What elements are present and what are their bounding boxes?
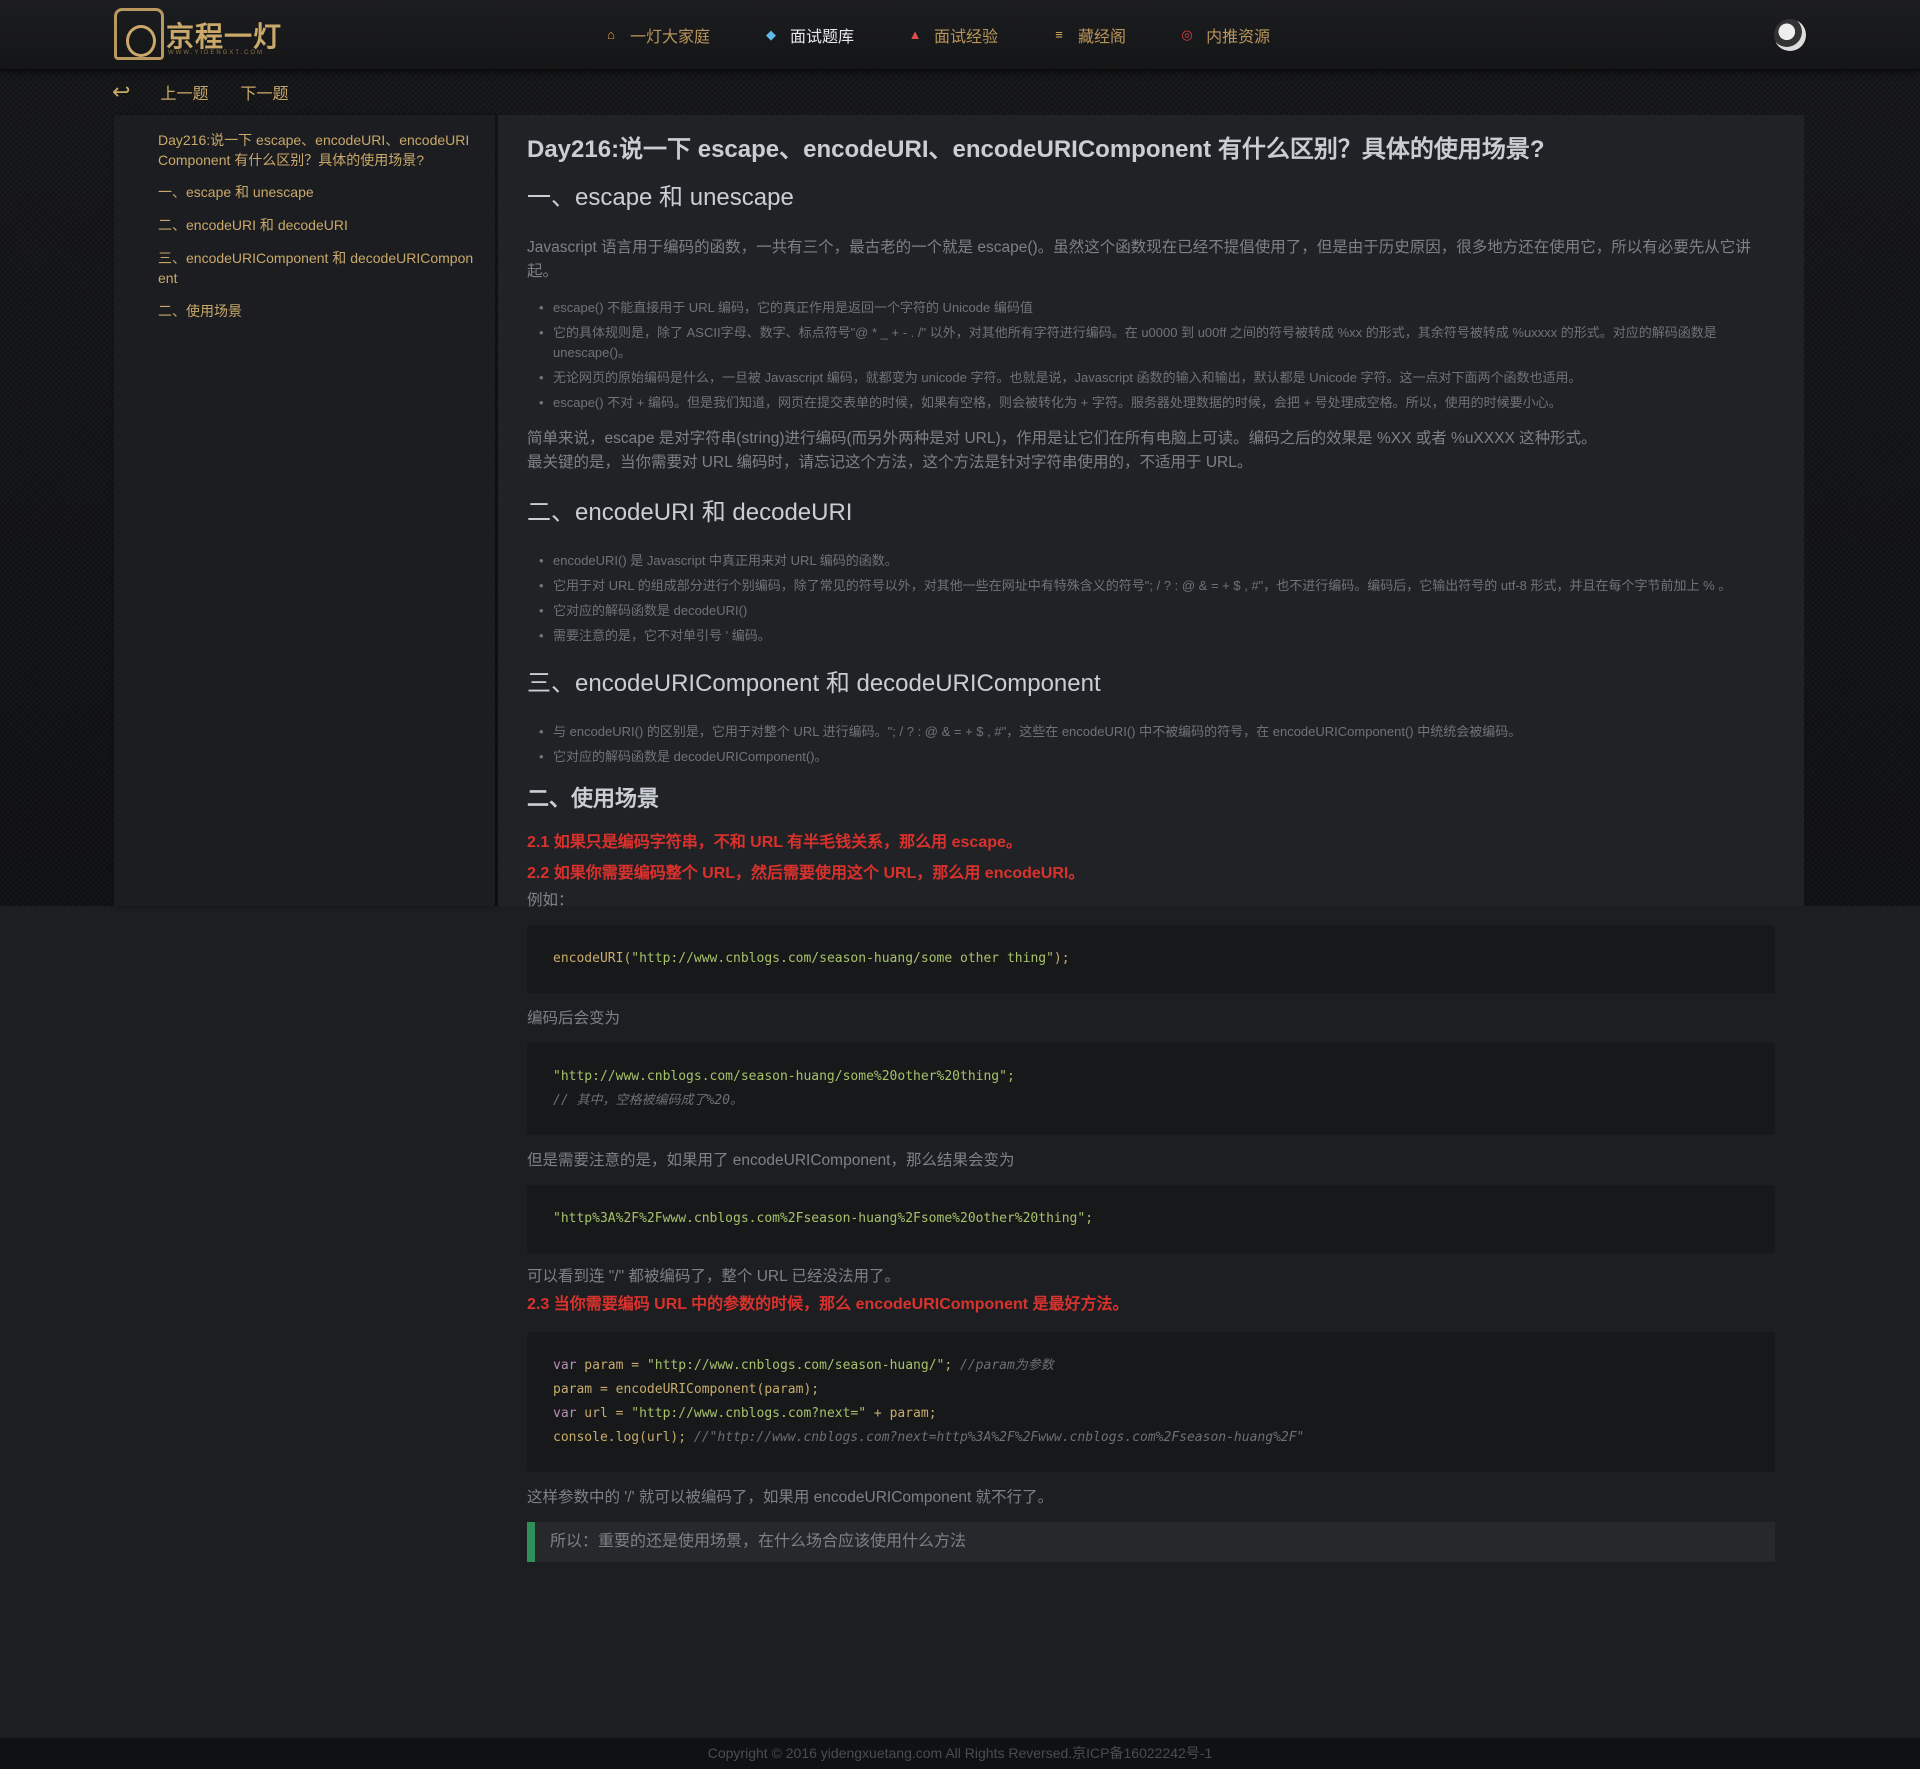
- toc-item-encodeuricomponent[interactable]: 三、encodeURIComponent 和 decodeURIComponen…: [158, 248, 479, 288]
- list-item: 需要注意的是，它不对单引号 ' 编码。: [539, 626, 1775, 646]
- code-string: "http://www.cnblogs.com?next=": [631, 1406, 867, 1421]
- code-block-encoded-result: "http://www.cnblogs.com/season-huang/som…: [527, 1043, 1775, 1135]
- main-nav: ⌂ 一灯大家庭 ◆ 面试题库 ▲ 面试经验 ≡ 藏经阁 ◎ 内推资源: [604, 0, 1324, 70]
- next-question-link[interactable]: 下一题: [240, 80, 288, 104]
- code-comment: //param为参数: [960, 1358, 1054, 1373]
- table-of-contents: Day216:说一下 escape、encodeURI、encodeURICom…: [114, 115, 495, 906]
- code-text: console.log(url);: [553, 1430, 694, 1445]
- chart-icon: ▲: [908, 27, 922, 42]
- usage-rule-3: 2.3 当你需要编码 URL 中的参数的时候，那么 encodeURICompo…: [527, 1296, 1129, 1313]
- user-avatar[interactable]: [1774, 19, 1806, 51]
- nav-item-label: 藏经阁: [1078, 29, 1127, 46]
- article-body: Day216:说一下 escape、encodeURI、encodeURICom…: [527, 130, 1775, 1562]
- section-heading-escape: 一、escape 和 unescape: [527, 184, 794, 211]
- code-string: "http://www.cnblogs.com/season-huang/": [646, 1358, 945, 1373]
- code-keyword: var: [553, 1406, 577, 1421]
- toc-item-title[interactable]: Day216:说一下 escape、encodeURI、encodeURICom…: [158, 130, 479, 170]
- question-nav-bar: ↩ 上一题 下一题: [112, 79, 320, 105]
- section-heading-encodeuricomponent: 三、encodeURIComponent 和 decodeURIComponen…: [527, 670, 1101, 697]
- toc-item-escape[interactable]: 一、escape 和 unescape: [158, 182, 479, 202]
- back-arrow-icon[interactable]: ↩: [112, 79, 130, 105]
- article-title: Day216:说一下 escape、encodeURI、encodeURICom…: [527, 136, 1545, 163]
- top-header: 京程一灯 WWW.YIDENGXT.COM ⌂ 一灯大家庭 ◆ 面试题库 ▲ 面试经验 ≡ 藏…: [0, 0, 1920, 70]
- logo-subtext: WWW.YIDENGXT.COM: [168, 50, 264, 56]
- nav-item-0[interactable]: ⌂ 一灯大家庭: [604, 0, 710, 70]
- escape-summary: 简单来说，escape 是对字符串(string)进行编码(而另外两种是对 UR…: [527, 430, 1597, 447]
- code-text: url =: [576, 1406, 632, 1421]
- section-heading-encodeuri: 二、encodeURI 和 decodeURI: [527, 499, 853, 526]
- toc-item-usage[interactable]: 二、使用场景: [158, 301, 479, 321]
- code-block-param-example: var param = "http://www.cnblogs.com/seas…: [527, 1332, 1775, 1472]
- component-note: 但是需要注意的是，如果用了 encodeURIComponent，那么结果会变为: [527, 1152, 1015, 1169]
- summary-quote: 所以：重要的还是使用场景，在什么场合应该使用什么方法: [527, 1522, 1775, 1562]
- list-item: 它的具体规则是，除了 ASCII字母、数字、标点符号"@ * _ + - . /…: [539, 323, 1775, 363]
- usage-rule-1: 2.1 如果只是编码字符串，不和 URL 有半毛钱关系，那么用 escape。: [527, 834, 1022, 851]
- code-string: "http%3A%2F%2Fwww.cnblogs.com%2Fseason-h…: [553, 1211, 1094, 1226]
- code-comment: // 其中，空格被编码成了%20。: [553, 1093, 743, 1108]
- nav-item-label: 面试经验: [934, 29, 999, 46]
- page-footer: Copyright © 2016 yidengxuetang.com All R…: [0, 1738, 1920, 1769]
- code-comment: //"http://www.cnblogs.com?next=http%3A%2…: [693, 1430, 1305, 1445]
- code-string: "http://www.cnblogs.com/season-huang/som…: [631, 951, 1054, 966]
- example-label: 例如：: [527, 892, 574, 909]
- section-heading-usage: 二、使用场景: [527, 786, 660, 811]
- nav-item-label: 面试题库: [790, 29, 855, 46]
- list-item: 它用于对 URL 的组成部分进行个别编码，除了常见的符号以外，对其他一些在网址中…: [539, 576, 1775, 596]
- nav-item-label: 一灯大家庭: [630, 29, 711, 46]
- diamond-icon: ◆: [766, 27, 777, 42]
- nav-item-label: 内推资源: [1206, 29, 1271, 46]
- toc-item-encodeuri[interactable]: 二、encodeURI 和 decodeURI: [158, 215, 479, 235]
- code-fn: encodeURI: [553, 951, 624, 966]
- list-item: 它对应的解码函数是 decodeURI(): [539, 601, 1775, 621]
- list-item: 与 encodeURI() 的区别是，它用于对整个 URL 进行编码。"; / …: [539, 722, 1775, 742]
- site-logo[interactable]: 京程一灯 WWW.YIDENGXT.COM: [114, 8, 284, 60]
- code-text: param = encodeURIComponent(param);: [553, 1382, 820, 1397]
- nav-item-1[interactable]: ◆ 面试题库: [764, 0, 854, 70]
- param-note: 这样参数中的 '/' 就可以被编码了，如果用 encodeURIComponen…: [527, 1489, 1054, 1506]
- list-item: 无论网页的原始编码是什么，一旦被 Javascript 编码，就都变为 unic…: [539, 368, 1775, 388]
- list-item: 它对应的解码函数是 decodeURIComponent()。: [539, 747, 1775, 767]
- code-string: "http://www.cnblogs.com/season-huang/som…: [553, 1069, 1015, 1084]
- escape-warning: 最关键的是，当你需要对 URL 编码时，请忘记这个方法，这个方法是针对字符串使用…: [527, 454, 1253, 471]
- nav-item-3[interactable]: ≡ 藏经阁: [1052, 0, 1126, 70]
- code-block-encodeuri: encodeURI("http://www.cnblogs.com/season…: [527, 925, 1775, 993]
- escape-bullet-list: escape() 不能直接用于 URL 编码，它的真正作用是返回一个字符的 Un…: [539, 298, 1775, 413]
- list-item: encodeURI() 是 Javascript 中真正用来对 URL 编码的函…: [539, 551, 1775, 571]
- books-icon: ≡: [1055, 27, 1063, 42]
- code-keyword: var: [553, 1358, 577, 1373]
- nav-item-2[interactable]: ▲ 面试经验: [908, 0, 998, 70]
- nav-item-4[interactable]: ◎ 内推资源: [1180, 0, 1270, 70]
- code-block-component-result: "http%3A%2F%2Fwww.cnblogs.com%2Fseason-h…: [527, 1185, 1775, 1253]
- list-item: escape() 不能直接用于 URL 编码，它的真正作用是返回一个字符的 Un…: [539, 298, 1775, 318]
- code-text: param =: [576, 1358, 647, 1373]
- logo-text: 京程一灯: [166, 20, 283, 53]
- after-encode-label: 编码后会变为: [527, 1010, 621, 1027]
- escape-intro: Javascript 语言用于编码的函数，一共有三个，最古老的一个就是 esca…: [527, 239, 1751, 280]
- home-icon: ⌂: [607, 27, 615, 42]
- target-icon: ◎: [1181, 27, 1193, 42]
- prev-question-link[interactable]: 上一题: [160, 80, 208, 104]
- encodeuricomponent-bullet-list: 与 encodeURI() 的区别是，它用于对整个 URL 进行编码。"; / …: [539, 722, 1775, 767]
- code-text: + param;: [866, 1406, 937, 1421]
- slash-note: 可以看到连 "/" 都被编码了，整个 URL 已经没法用了。: [527, 1268, 900, 1285]
- logo-mark-icon: [114, 8, 164, 60]
- list-item: escape() 不对 + 编码。但是我们知道，网页在提交表单的时候，如果有空格…: [539, 393, 1775, 413]
- encodeuri-bullet-list: encodeURI() 是 Javascript 中真正用来对 URL 编码的函…: [539, 551, 1775, 646]
- usage-rule-2: 2.2 如果你需要编码整个 URL，然后需要使用这个 URL，那么用 encod…: [527, 865, 1085, 882]
